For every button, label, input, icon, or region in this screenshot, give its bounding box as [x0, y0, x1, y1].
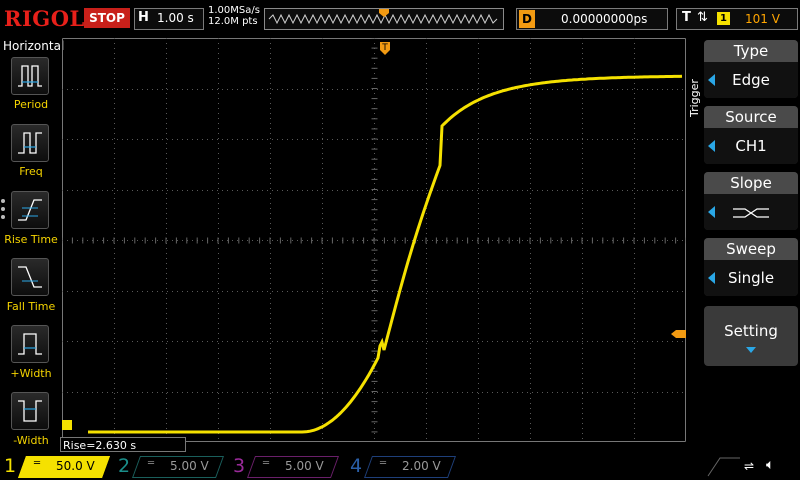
- chevron-down-icon: [746, 347, 756, 353]
- left-arrow-icon: [708, 272, 715, 284]
- fall-time-label: Fall Time: [6, 300, 56, 313]
- channel-4-number: 4: [350, 455, 363, 477]
- source-value: CH1: [735, 137, 767, 155]
- rise-time-icon[interactable]: [11, 191, 49, 229]
- both-edges-icon: [733, 207, 769, 218]
- rise-time-measurement: Rise=2.630 s: [60, 437, 186, 452]
- trigger-type-button[interactable]: Type Edge: [704, 40, 798, 98]
- trigger-slope-button[interactable]: Slope: [704, 172, 798, 230]
- positive-width-label: +Width: [10, 367, 52, 380]
- source-title: Source: [704, 106, 798, 128]
- slope-title: Slope: [704, 172, 798, 194]
- trigger-menu-title: Trigger: [688, 79, 701, 117]
- horizontal-measure-menu: Horizontal Period Freq Rise Time Fall Ti…: [0, 36, 64, 454]
- trigger-level-marker-icon: [671, 330, 686, 338]
- delay-letter: D: [519, 10, 535, 28]
- run-stop-status[interactable]: STOP: [84, 8, 130, 28]
- type-title: Type: [704, 40, 798, 62]
- horizontal-letter: H: [138, 10, 149, 25]
- sample-rate: 1.00MSa/s: [208, 5, 260, 16]
- trigger-source-button[interactable]: Source CH1: [704, 106, 798, 164]
- trigger-menu: Trigger Type Edge Source CH1 Slope Sweep…: [686, 38, 800, 454]
- period-label: Period: [13, 98, 49, 111]
- channel-1-scale: 50.0 V: [56, 459, 95, 473]
- trigger-source-badge: 1: [717, 12, 730, 25]
- menu-title: Horizontal: [3, 39, 65, 53]
- delay-box[interactable]: D 0.00000000ps: [516, 8, 668, 30]
- memory-depth: 12.0M pts: [208, 16, 258, 27]
- dc-coupling-icon: ═: [34, 458, 41, 469]
- timebase-value: 1.00 s: [157, 11, 194, 25]
- type-value: Edge: [732, 71, 770, 89]
- channel-3-number: 3: [233, 455, 246, 477]
- trigger-position-marker-icon: [379, 9, 389, 17]
- fall-time-icon[interactable]: [11, 258, 49, 296]
- acquisition-info: 1.00MSa/s 12.0M pts: [208, 5, 260, 27]
- channel-status-bar: 1 ═ 50.0 V 2 ═ 5.00 V 3 ═ 5.00 V 4 ═ 2.0…: [0, 454, 800, 480]
- freq-label: Freq: [19, 165, 43, 178]
- waveform-display[interactable]: T: [62, 38, 686, 442]
- sweep-title: Sweep: [704, 238, 798, 260]
- trigger-setting-button[interactable]: Setting: [704, 306, 798, 366]
- speaker-muted-icon[interactable]: 🔈︎: [766, 457, 774, 473]
- memory-waveform-preview: [268, 9, 498, 25]
- channel-3-scale: 5.00 V: [285, 459, 324, 473]
- channel-3-status[interactable]: 3 ═ 5.00 V: [233, 455, 341, 478]
- math-slot-indicator: [707, 457, 740, 477]
- frequency-icon[interactable]: [11, 124, 49, 162]
- trigger-sweep-button[interactable]: Sweep Single: [704, 238, 798, 296]
- graticule-grid: [62, 38, 686, 442]
- channel-1-status[interactable]: 1 ═ 50.0 V: [4, 455, 112, 478]
- trigger-edge-icon: ⇅: [697, 10, 708, 25]
- channel-2-number: 2: [118, 455, 131, 477]
- memory-position-bar[interactable]: [264, 8, 504, 30]
- dc-coupling-icon: ═: [263, 458, 270, 469]
- trigger-letter: T: [682, 10, 691, 25]
- delay-value: 0.00000000ps: [561, 12, 648, 26]
- left-arrow-icon: [708, 206, 715, 218]
- channel-4-status[interactable]: 4 ═ 2.00 V: [350, 455, 458, 478]
- svg-text:T: T: [381, 43, 388, 53]
- top-status-bar: RIGOL STOP H 1.00 s 1.00MSa/s 12.0M pts …: [0, 0, 800, 36]
- page-indicator: [1, 199, 6, 223]
- negative-width-label: -Width: [13, 434, 49, 447]
- period-icon[interactable]: [11, 57, 49, 95]
- left-arrow-icon: [708, 74, 715, 86]
- channel-2-scale: 5.00 V: [170, 459, 209, 473]
- setting-title: Setting: [724, 322, 778, 340]
- ch1-waveform-trace: [88, 74, 683, 434]
- sweep-value: Single: [727, 269, 775, 287]
- usb-icon: ⇌: [744, 459, 755, 473]
- channel-1-number: 1: [4, 455, 17, 477]
- trigger-level-value: 101 V: [745, 12, 780, 26]
- left-arrow-icon: [708, 140, 715, 152]
- rise-time-label: Rise Time: [4, 233, 58, 246]
- dc-coupling-icon: ═: [380, 458, 387, 469]
- negative-width-icon[interactable]: [11, 392, 49, 430]
- positive-width-icon[interactable]: [11, 325, 49, 363]
- channel-2-status[interactable]: 2 ═ 5.00 V: [118, 455, 226, 478]
- ch1-ground-marker-icon: [62, 420, 72, 430]
- horizontal-timebase-box[interactable]: H 1.00 s: [134, 8, 204, 30]
- channel-4-scale: 2.00 V: [402, 459, 441, 473]
- trigger-status-box[interactable]: T ⇅ 1 101 V: [676, 8, 798, 30]
- rigol-logo: RIGOL: [4, 6, 85, 31]
- dc-coupling-icon: ═: [148, 458, 155, 469]
